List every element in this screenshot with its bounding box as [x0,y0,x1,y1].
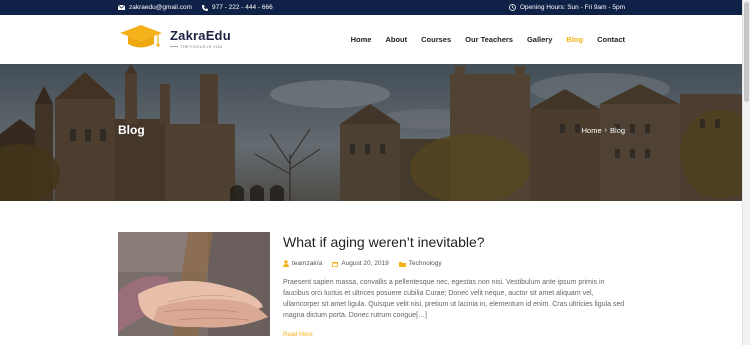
email-text: zakraedu@gmail.com [129,4,192,11]
post-date[interactable]: August 20, 2019 [332,260,389,267]
post-category[interactable]: Technology [398,260,442,267]
nav-gallery[interactable]: Gallery [527,35,552,44]
site-logo[interactable]: ZakraEdu THE FOCUS IS YOU [118,24,231,52]
date-text: August 20, 2019 [341,260,389,267]
envelope-icon [118,5,125,10]
nav-courses[interactable]: Courses [421,35,451,44]
campus-banner-image [0,64,742,201]
top-bar: zakraedu@gmail.com 977 - 222 - 444 - 666… [0,0,742,15]
logo-brand-name: ZakraEdu [170,27,231,43]
nav-our-teachers[interactable]: Our Teachers [465,35,513,44]
opening-hours-text: Opening Hours: Sun - Fri 9am - 5pm [519,4,625,11]
contact-email[interactable]: zakraedu@gmail.com [118,4,192,11]
category-text: Technology [408,260,442,267]
nav-contact[interactable]: Contact [597,35,625,44]
contact-phone[interactable]: 977 - 222 - 444 - 666 [201,4,273,11]
post-thumbnail[interactable] [118,232,270,336]
breadcrumb-separator-icon: › [604,127,607,134]
post-excerpt: Praesent sapien massa, convallis a pelle… [283,279,625,319]
phone-text: 977 - 222 - 444 - 666 [211,4,273,11]
main-navigation: Home About Courses Our Teachers Gallery … [351,35,625,44]
site-header: ZakraEdu THE FOCUS IS YOU Home About Cou… [0,15,742,64]
page-banner: Blog Home › Blog [0,64,742,201]
page-title: Blog [118,123,145,137]
post-title[interactable]: What if aging weren’t inevitable? [283,234,623,250]
graduation-cap-icon [120,25,162,48]
post-meta: teamzakra August 20, 2019 Technology [283,260,623,267]
post-author[interactable]: teamzakra [283,260,322,267]
breadcrumb-current: Blog [609,126,625,135]
author-name: teamzakra [292,260,323,267]
calendar-icon [332,261,339,267]
hands-image [118,232,270,336]
breadcrumb-home[interactable]: Home [582,126,602,135]
page-scrollbar[interactable] [742,0,750,345]
logo-tagline: THE FOCUS IS YOU [170,44,231,49]
phone-icon [201,4,208,11]
clock-icon [508,4,516,11]
nav-blog[interactable]: Blog [566,35,583,44]
read-more-link[interactable]: Read More [283,332,313,338]
nav-about[interactable]: About [385,35,407,44]
folder-icon [398,261,406,267]
nav-home[interactable]: Home [351,35,372,44]
scrollbar-thumb[interactable] [744,2,749,102]
user-icon [283,260,289,267]
breadcrumb: Home › Blog [582,126,625,135]
